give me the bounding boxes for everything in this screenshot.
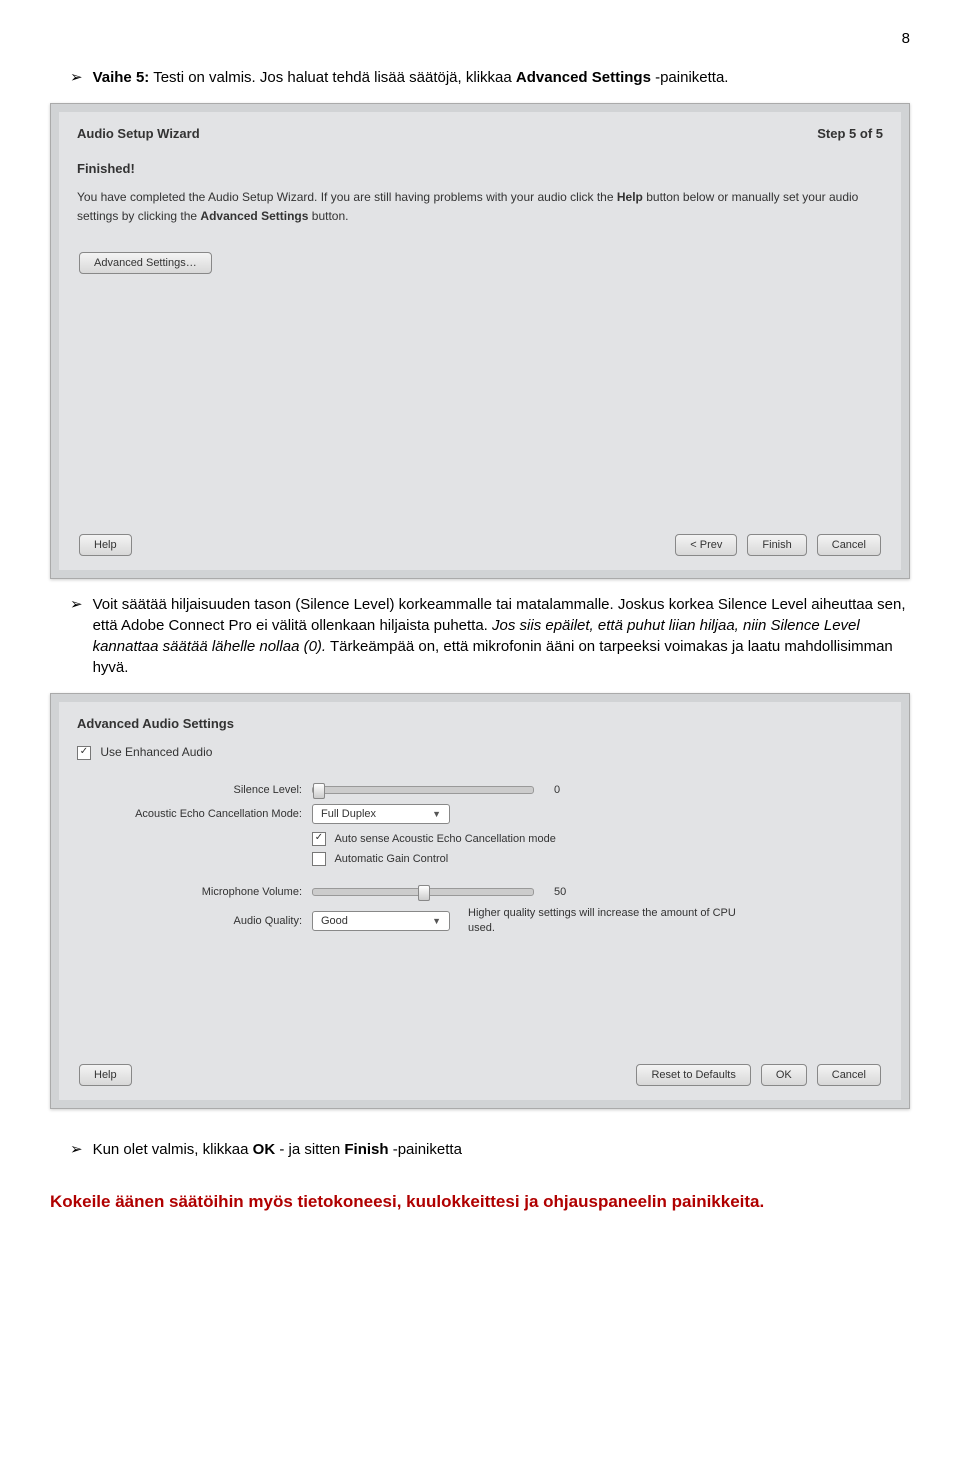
prev-button[interactable]: < Prev bbox=[675, 534, 737, 556]
audio-quality-label: Audio Quality: bbox=[77, 915, 312, 927]
cancel-button[interactable]: Cancel bbox=[817, 1064, 881, 1086]
finish-button[interactable]: Finish bbox=[747, 534, 806, 556]
reset-defaults-button[interactable]: Reset to Defaults bbox=[636, 1064, 750, 1086]
audio-quality-select[interactable]: Good ▼ bbox=[312, 911, 450, 931]
silence-level-slider[interactable] bbox=[312, 786, 534, 794]
chevron-down-icon: ▼ bbox=[432, 916, 441, 926]
mic-volume-slider[interactable] bbox=[312, 888, 534, 896]
finish-ok: OK bbox=[253, 1141, 276, 1158]
wizard-text-help: Help bbox=[617, 190, 643, 204]
echo-mode-value: Full Duplex bbox=[321, 808, 376, 820]
advanced-title: Advanced Audio Settings bbox=[77, 716, 883, 731]
echo-mode-select[interactable]: Full Duplex ▼ bbox=[312, 804, 450, 824]
auto-sense-checkbox[interactable] bbox=[312, 832, 326, 846]
page-number: 8 bbox=[50, 30, 910, 47]
echo-mode-label: Acoustic Echo Cancellation Mode: bbox=[77, 808, 312, 820]
step5-prefix: Vaihe 5: bbox=[93, 69, 150, 86]
step5-bold: Advanced Settings bbox=[516, 69, 651, 86]
agc-label: Automatic Gain Control bbox=[334, 853, 448, 865]
audio-quality-hint: Higher quality settings will increase th… bbox=[468, 906, 738, 937]
bullet-arrow-icon: ➢ bbox=[70, 594, 83, 678]
finish-text-c: - ja sitten bbox=[279, 1141, 344, 1158]
audio-quality-value: Good bbox=[321, 915, 348, 927]
wizard-text-a: You have completed the Audio Setup Wizar… bbox=[77, 190, 617, 204]
finish-finish: Finish bbox=[344, 1141, 388, 1158]
silence-level-value: 0 bbox=[554, 784, 560, 796]
finish-text-a: Kun olet valmis, klikkaa bbox=[93, 1141, 253, 1158]
mic-volume-value: 50 bbox=[554, 886, 566, 898]
finish-text-e: -painiketta bbox=[393, 1141, 462, 1158]
red-hint-text: Kokeile äänen säätöihin myös tietokonees… bbox=[50, 1190, 910, 1214]
paragraph-silence: ➢ Voit säätää hiljaisuuden tason (Silenc… bbox=[50, 594, 910, 678]
bullet-arrow-icon: ➢ bbox=[70, 67, 83, 88]
advanced-audio-dialog: Advanced Audio Settings Use Enhanced Aud… bbox=[50, 693, 910, 1109]
wizard-text-adv: Advanced Settings bbox=[200, 209, 308, 223]
step5-text: Testi on valmis. Jos haluat tehdä lisää … bbox=[153, 69, 516, 86]
wizard-text-e: button. bbox=[312, 209, 349, 223]
advanced-settings-button[interactable]: Advanced Settings… bbox=[79, 252, 212, 274]
audio-wizard-dialog: Audio Setup Wizard Step 5 of 5 Finished!… bbox=[50, 103, 910, 579]
enhanced-audio-label: Use Enhanced Audio bbox=[100, 745, 212, 759]
step5-suffix: -painiketta. bbox=[655, 69, 728, 86]
cancel-button[interactable]: Cancel bbox=[817, 534, 881, 556]
enhanced-audio-checkbox[interactable] bbox=[77, 746, 91, 760]
wizard-subtitle: Finished! bbox=[77, 161, 883, 176]
help-button[interactable]: Help bbox=[79, 1064, 132, 1086]
bullet-arrow-icon: ➢ bbox=[70, 1139, 83, 1160]
ok-button[interactable]: OK bbox=[761, 1064, 807, 1086]
auto-sense-label: Auto sense Acoustic Echo Cancellation mo… bbox=[334, 833, 555, 845]
chevron-down-icon: ▼ bbox=[432, 809, 441, 819]
help-button[interactable]: Help bbox=[79, 534, 132, 556]
paragraph-finish: ➢ Kun olet valmis, klikkaa OK - ja sitte… bbox=[50, 1139, 910, 1160]
mic-volume-label: Microphone Volume: bbox=[77, 886, 312, 898]
silence-level-label: Silence Level: bbox=[77, 784, 312, 796]
wizard-finished-text: You have completed the Audio Setup Wizar… bbox=[77, 188, 883, 226]
agc-checkbox[interactable] bbox=[312, 852, 326, 866]
wizard-title: Audio Setup Wizard bbox=[77, 126, 200, 141]
paragraph-step5: ➢ Vaihe 5: Testi on valmis. Jos haluat t… bbox=[50, 67, 910, 88]
wizard-step: Step 5 of 5 bbox=[817, 126, 883, 141]
